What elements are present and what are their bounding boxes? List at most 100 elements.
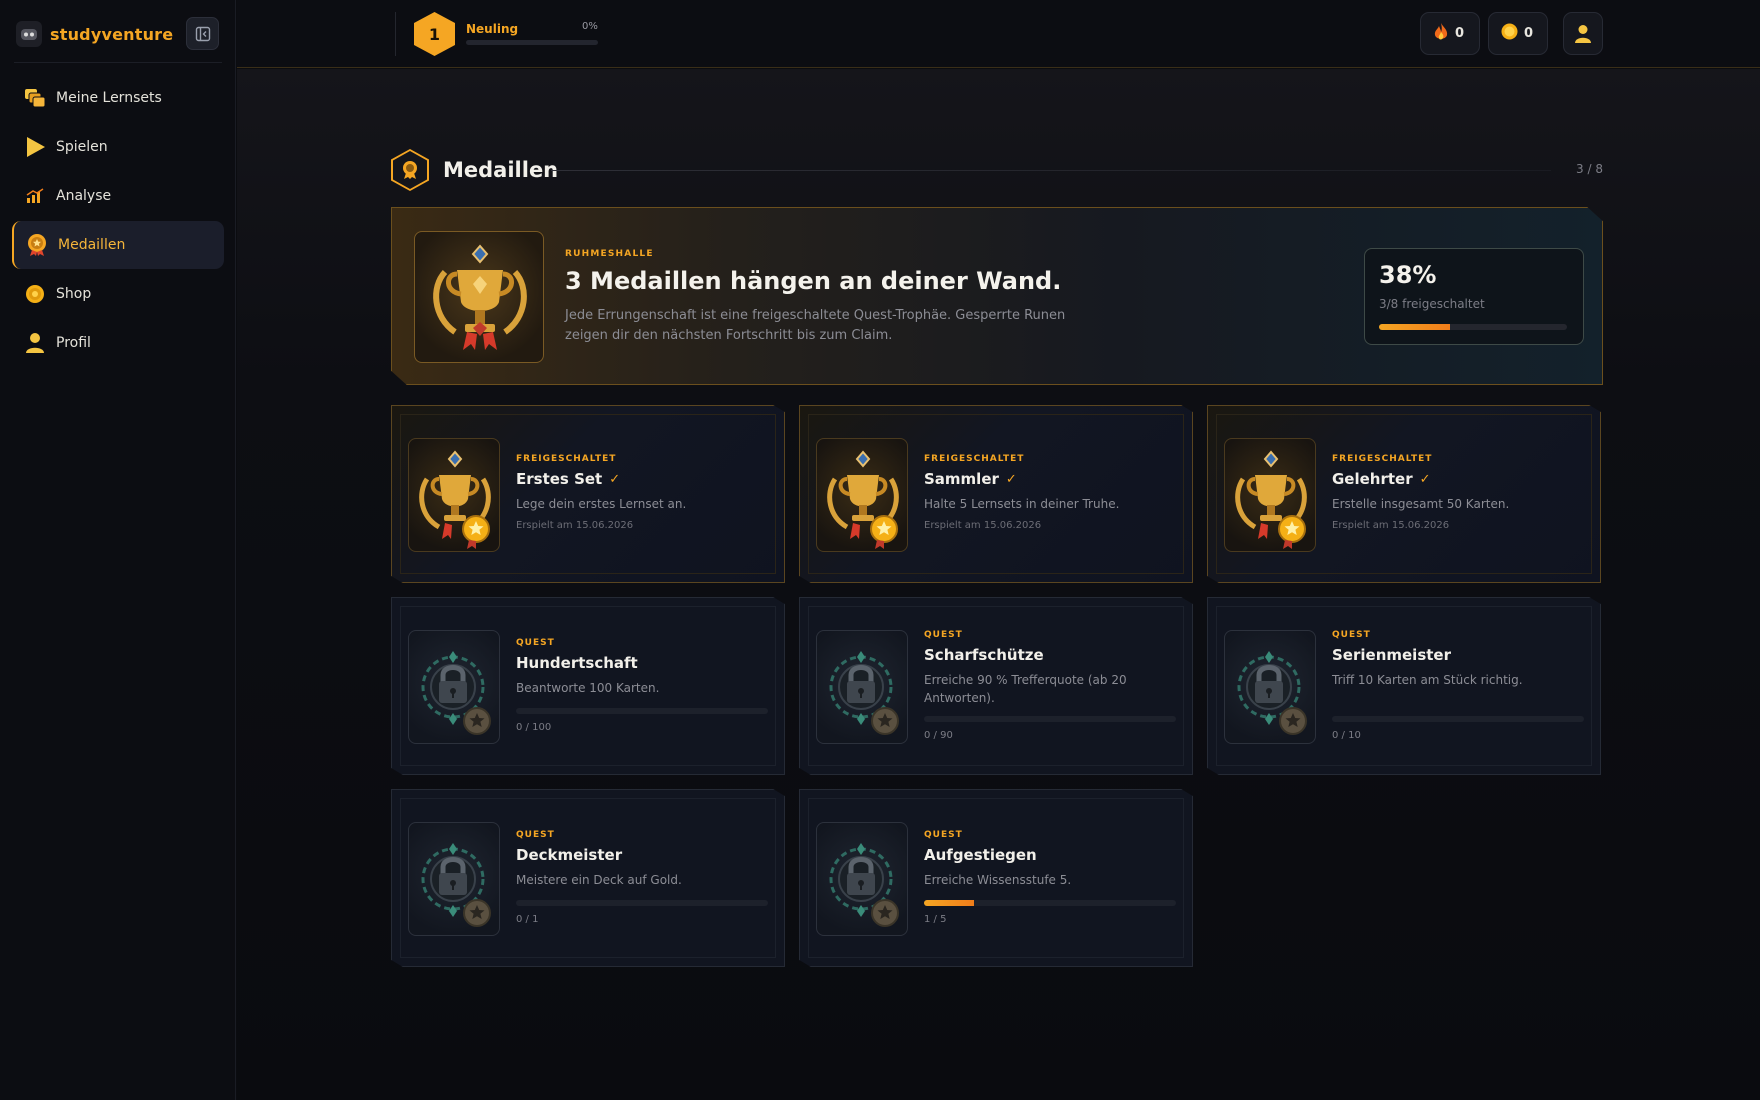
hero-description: Jede Errungenschaft ist eine freigeschal… (565, 308, 1066, 343)
unlock-subtitle: 3/8 freigeschaltet (1379, 297, 1485, 311)
level-name: Neuling (466, 22, 519, 36)
medal-date: Erspielt am 15.06.2026 (924, 520, 1042, 531)
quest-progress-text: 0 / 100 (516, 722, 552, 733)
medal-card[interactable]: QUEST Serienmeister Triff 10 Karten am Stü… (1207, 597, 1601, 775)
medal-title: Gelehrter ✓ (1332, 470, 1431, 488)
medal-card[interactable]: QUEST Hundertschaft Beantworte 100 Karten.… (391, 597, 785, 775)
medal-card[interactable]: FREIGESCHALTET Erstes Set ✓ Lege dein erste… (391, 405, 785, 583)
medal-icon (26, 234, 48, 256)
medal-status: FREIGESCHALTET (516, 454, 617, 464)
sidebar-item-label: Spielen (56, 139, 108, 155)
sidebar-item-label: Profil (56, 335, 91, 351)
medal-description: Meistere ein Deck auf Gold. (516, 873, 682, 887)
title-divider (551, 170, 1551, 171)
user-icon (1575, 24, 1591, 43)
unlock-progress-bar (1379, 324, 1567, 330)
cards-stack-icon (24, 87, 46, 109)
medal-status: QUEST (1332, 630, 1371, 640)
quest-progress-text: 0 / 10 (1332, 730, 1361, 741)
brand[interactable]: studyventure (16, 18, 173, 50)
trophy-medal-icon (816, 438, 908, 552)
quest-progress-text: 1 / 5 (924, 914, 947, 925)
medal-description: Erstelle insgesamt 50 Karten. (1332, 497, 1510, 511)
checkmark-icon: ✓ (1419, 471, 1431, 487)
quest-progress-bar (516, 708, 768, 714)
quest-progress-bar (924, 716, 1176, 722)
sidebar-item-analyse[interactable]: Analyse (12, 172, 224, 220)
sidebar-nav: Meine Lernsets Spielen Analyse Medaillen… (12, 74, 224, 368)
brand-name: studyventure (50, 24, 174, 44)
sidebar-item-profil[interactable]: Profil (12, 319, 224, 367)
page-title: Medaillen (443, 158, 559, 182)
brand-logo-icon (16, 21, 42, 47)
medal-title: Serienmeister (1332, 646, 1451, 664)
medal-name: Scharfschütze (924, 646, 1044, 664)
checkmark-icon: ✓ (609, 471, 621, 487)
quest-progress-fill (924, 900, 975, 906)
medal-status: QUEST (516, 830, 555, 840)
coin-icon (24, 283, 46, 305)
medal-status: FREIGESCHALTET (924, 454, 1025, 464)
user-icon (24, 332, 46, 354)
main-content: Medaillen 3 / 8 RUHMESHALLE 3 Medaillen … (237, 69, 1760, 1100)
medal-title: Erstes Set ✓ (516, 470, 620, 488)
quest-progress-bar (1332, 716, 1584, 722)
medal-name: Aufgestiegen (924, 846, 1037, 864)
sidebar-item-label: Meine Lernsets (56, 90, 162, 106)
level-progress-bar (466, 40, 598, 45)
top-bar: 1 Neuling 0% 0 0 (237, 0, 1760, 68)
sidebar-collapse-icon (195, 26, 210, 41)
profile-button[interactable] (1563, 12, 1603, 55)
medal-status: QUEST (516, 638, 555, 648)
unlock-progress-fill (1379, 324, 1451, 330)
sidebar-item-meine-lernsets[interactable]: Meine Lernsets (12, 74, 224, 122)
trophy-icon (414, 231, 544, 363)
medal-title: Sammler ✓ (924, 470, 1017, 488)
sidebar-item-medaillen[interactable]: Medaillen (12, 221, 224, 269)
locked-medal-icon (408, 630, 500, 744)
level-divider (395, 12, 396, 56)
medal-card[interactable]: QUEST Aufgestiegen Erreiche Wissensstufe 5… (799, 789, 1193, 967)
level-number: 1 (428, 24, 441, 44)
medal-status: QUEST (924, 630, 963, 640)
medal-title: Deckmeister (516, 846, 622, 864)
medal-card[interactable]: QUEST Scharfschütze Erreiche 90 % Trefferq… (799, 597, 1193, 775)
section-header: Medaillen 3 / 8 (391, 149, 1603, 191)
medal-title: Aufgestiegen (924, 846, 1037, 864)
sidebar-item-label: Shop (56, 286, 92, 302)
quest-progress-text: 0 / 90 (924, 730, 953, 741)
medal-description: Erreiche 90 % Trefferquote (ab 20 Antwor… (924, 673, 1127, 705)
collapse-sidebar-button[interactable] (186, 17, 219, 50)
locked-medal-icon (816, 630, 908, 744)
bar-chart-icon (24, 185, 46, 207)
medal-description: Halte 5 Lernsets in deiner Truhe. (924, 497, 1120, 511)
sidebar-item-shop[interactable]: Shop (12, 270, 224, 318)
medal-name: Deckmeister (516, 846, 623, 864)
coin-value: 0 (1524, 26, 1534, 41)
medal-description: Beantworte 100 Karten. (516, 681, 660, 695)
coin-counter[interactable]: 0 (1488, 12, 1548, 55)
sidebar-item-spielen[interactable]: Spielen (12, 123, 224, 171)
medal-card[interactable]: QUEST Deckmeister Meistere ein Deck auf Go… (391, 789, 785, 967)
quest-progress-bar (516, 900, 768, 906)
medal-count: 3 / 8 (1576, 162, 1603, 176)
medal-description: Triff 10 Karten am Stück richtig. (1332, 673, 1523, 687)
medal-name: Sammler (924, 470, 999, 488)
medal-card[interactable]: FREIGESCHALTET Gelehrter ✓ Erstelle insgesa… (1207, 405, 1601, 583)
brand-divider (14, 62, 222, 63)
checkmark-icon: ✓ (1005, 471, 1017, 487)
quest-progress-bar (924, 900, 1176, 906)
medal-date: Erspielt am 15.06.2026 (516, 520, 634, 531)
medal-description: Lege dein erstes Lernset an. (516, 497, 687, 511)
medal-card[interactable]: FREIGESCHALTET Sammler ✓ Halte 5 Lernsets i… (799, 405, 1193, 583)
medal-name: Serienmeister (1332, 646, 1451, 664)
unlock-progress-panel: 38% 3/8 freigeschaltet (1364, 248, 1584, 345)
locked-medal-icon (816, 822, 908, 936)
hero-title: 3 Medaillen hängen an deiner Wand. (565, 267, 1062, 295)
sidebar-item-label: Analyse (56, 188, 112, 204)
medal-date: Erspielt am 15.06.2026 (1332, 520, 1450, 531)
coin-icon (1501, 23, 1518, 44)
streak-value: 0 (1455, 26, 1465, 41)
streak-counter[interactable]: 0 (1420, 12, 1480, 55)
medal-status: QUEST (924, 830, 963, 840)
